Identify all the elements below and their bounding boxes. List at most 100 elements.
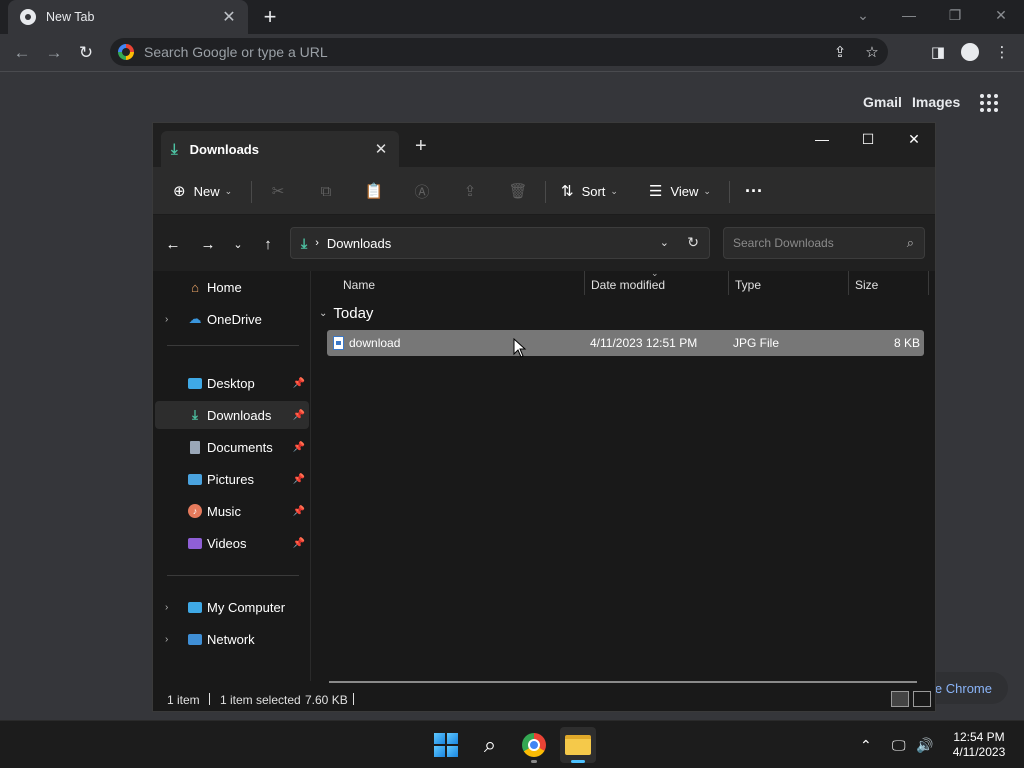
status-item-count: 1 item bbox=[167, 693, 200, 707]
pin-icon[interactable]: 📌 bbox=[293, 474, 305, 485]
nav-item-videos[interactable]: Videos 📌 bbox=[155, 529, 309, 557]
restore-icon[interactable]: ❐ bbox=[932, 0, 978, 30]
details-view-icon[interactable] bbox=[891, 691, 909, 707]
column-divider[interactable] bbox=[584, 271, 585, 295]
nav-item-home[interactable]: ⌂ Home bbox=[155, 273, 309, 301]
chrome-taskbar-button[interactable] bbox=[516, 727, 552, 763]
column-divider[interactable] bbox=[928, 271, 929, 295]
chevron-down-icon: ⌄ bbox=[703, 185, 711, 196]
copy-icon[interactable]: ⧉ bbox=[313, 179, 339, 203]
omnibox[interactable]: Search Google or type a URL ⇪ ☆ bbox=[110, 38, 888, 66]
pin-icon[interactable]: 📌 bbox=[293, 506, 305, 517]
recent-locations-icon[interactable]: ⌄ bbox=[226, 233, 250, 255]
delete-icon[interactable]: 🗑 bbox=[505, 179, 531, 203]
minimize-icon[interactable]: — bbox=[799, 125, 845, 153]
up-icon[interactable]: ↑ bbox=[256, 233, 280, 255]
nav-item-documents[interactable]: Documents 📌 bbox=[155, 433, 309, 461]
nav-item-pictures[interactable]: Pictures 📌 bbox=[155, 465, 309, 493]
forward-icon[interactable]: → bbox=[196, 233, 220, 255]
horizontal-scrollbar[interactable] bbox=[329, 681, 917, 683]
new-button[interactable]: ⊕ New ⌄ bbox=[173, 177, 232, 205]
new-tab-button[interactable]: + bbox=[258, 4, 282, 29]
column-divider[interactable] bbox=[728, 271, 729, 295]
column-header-name[interactable]: Name bbox=[343, 271, 375, 299]
address-box[interactable]: ⤓ › Downloads ⌄ ↻ bbox=[290, 227, 710, 259]
nav-item-desktop[interactable]: Desktop 📌 bbox=[155, 369, 309, 397]
nav-item-onedrive[interactable]: › ☁ OneDrive bbox=[155, 305, 309, 333]
nav-item-label: OneDrive bbox=[207, 311, 262, 327]
sort-button[interactable]: ⇅ Sort ⌄ bbox=[561, 177, 618, 205]
group-header-today[interactable]: ⌄ Today bbox=[319, 305, 373, 322]
menu-kebab-icon[interactable]: ⋮ bbox=[986, 38, 1018, 66]
table-row[interactable]: download 4/11/2023 12:51 PM JPG File 8 K… bbox=[327, 330, 924, 356]
paste-icon[interactable]: 📋 bbox=[361, 179, 387, 203]
desktop-icon bbox=[187, 375, 203, 391]
column-header-type[interactable]: Type bbox=[735, 271, 761, 299]
explorer-tab-downloads[interactable]: ⤓ Downloads ✕ bbox=[161, 131, 399, 167]
more-options-icon[interactable]: ··· bbox=[745, 177, 763, 205]
gmail-link[interactable]: Gmail bbox=[863, 94, 902, 110]
column-header-date-modified[interactable]: Date modified bbox=[591, 271, 665, 299]
nav-item-label: Downloads bbox=[207, 407, 272, 423]
maximize-icon[interactable]: ☐ bbox=[845, 125, 891, 153]
column-divider[interactable] bbox=[848, 271, 849, 295]
pin-icon[interactable]: 📌 bbox=[293, 442, 305, 453]
status-selected: 1 item selected bbox=[220, 693, 301, 707]
view-button[interactable]: ☰ View ⌄ bbox=[649, 177, 711, 205]
nav-item-network[interactable]: › Network bbox=[155, 625, 309, 653]
close-tab-icon[interactable]: ✕ bbox=[371, 140, 391, 158]
large-icons-view-icon[interactable] bbox=[913, 691, 931, 707]
minimize-icon[interactable]: — bbox=[886, 0, 932, 30]
pin-icon[interactable]: 📌 bbox=[293, 538, 305, 549]
column-header-size[interactable]: Size bbox=[855, 271, 878, 299]
clock[interactable]: 12:54 PM 4/11/2023 bbox=[944, 730, 1014, 760]
profile-icon[interactable] bbox=[954, 38, 986, 66]
network-status-icon[interactable]: 🖵 bbox=[892, 721, 906, 768]
nav-item-music[interactable]: ♪ Music 📌 bbox=[155, 497, 309, 525]
view-lines-icon: ☰ bbox=[649, 183, 663, 200]
images-link[interactable]: Images bbox=[912, 94, 960, 110]
download-icon: ⤓ bbox=[171, 140, 178, 158]
breadcrumb-downloads[interactable]: Downloads bbox=[327, 236, 391, 251]
reload-icon[interactable]: ↻ bbox=[74, 41, 98, 65]
nav-item-downloads[interactable]: ⤓ Downloads 📌 bbox=[155, 401, 309, 429]
pin-icon[interactable]: 📌 bbox=[293, 410, 305, 421]
close-window-icon[interactable]: ✕ bbox=[978, 0, 1024, 30]
rename-icon[interactable]: Ⓐ bbox=[409, 179, 435, 203]
show-hidden-icons[interactable]: ⌃ bbox=[860, 721, 872, 768]
share-icon[interactable]: ⇪ bbox=[457, 179, 483, 203]
navigation-pane: ⌂ Home › ☁ OneDrive Desktop 📌 ⤓ Download… bbox=[153, 271, 311, 681]
windows-logo-icon bbox=[434, 733, 458, 757]
volume-icon[interactable]: 🔊 bbox=[916, 721, 933, 768]
refresh-icon[interactable]: ↻ bbox=[687, 234, 699, 251]
bookmark-star-icon[interactable]: ☆ bbox=[856, 38, 888, 66]
chevron-right-icon[interactable]: › bbox=[165, 602, 168, 613]
status-divider bbox=[353, 693, 354, 705]
download-icon: ⤓ bbox=[301, 234, 308, 251]
nav-item-label: Desktop bbox=[207, 375, 255, 391]
file-explorer-taskbar-button[interactable] bbox=[560, 727, 596, 763]
chevron-down-icon[interactable]: ⌄ bbox=[660, 236, 669, 249]
chrome-tab-new-tab[interactable]: New Tab ✕ bbox=[8, 0, 248, 34]
start-button[interactable] bbox=[428, 727, 464, 763]
new-label: New bbox=[193, 183, 220, 199]
pin-icon[interactable]: 📌 bbox=[293, 378, 305, 389]
chevron-right-icon[interactable]: › bbox=[165, 634, 168, 645]
google-apps-icon[interactable] bbox=[980, 94, 1000, 112]
search-input[interactable] bbox=[733, 236, 883, 250]
search-icon[interactable]: ⌕ bbox=[472, 727, 508, 763]
plus-circle-icon: ⊕ bbox=[173, 183, 186, 200]
back-icon[interactable]: ← bbox=[10, 41, 34, 65]
side-panel-icon[interactable]: ◨ bbox=[922, 38, 954, 66]
tab-search-icon[interactable]: ⌄ bbox=[840, 0, 886, 30]
nav-item-my-computer[interactable]: › My Computer bbox=[155, 593, 309, 621]
cut-icon[interactable]: ✂ bbox=[265, 179, 291, 203]
back-icon[interactable]: ← bbox=[161, 233, 185, 255]
close-tab-icon[interactable]: ✕ bbox=[220, 8, 238, 26]
new-tab-button[interactable]: + bbox=[415, 135, 427, 158]
chevron-right-icon[interactable]: › bbox=[165, 314, 168, 325]
close-window-icon[interactable]: ✕ bbox=[891, 125, 937, 153]
forward-icon[interactable]: → bbox=[42, 41, 66, 65]
search-box[interactable]: ⌕ bbox=[723, 227, 925, 259]
share-icon[interactable]: ⇪ bbox=[824, 38, 856, 66]
